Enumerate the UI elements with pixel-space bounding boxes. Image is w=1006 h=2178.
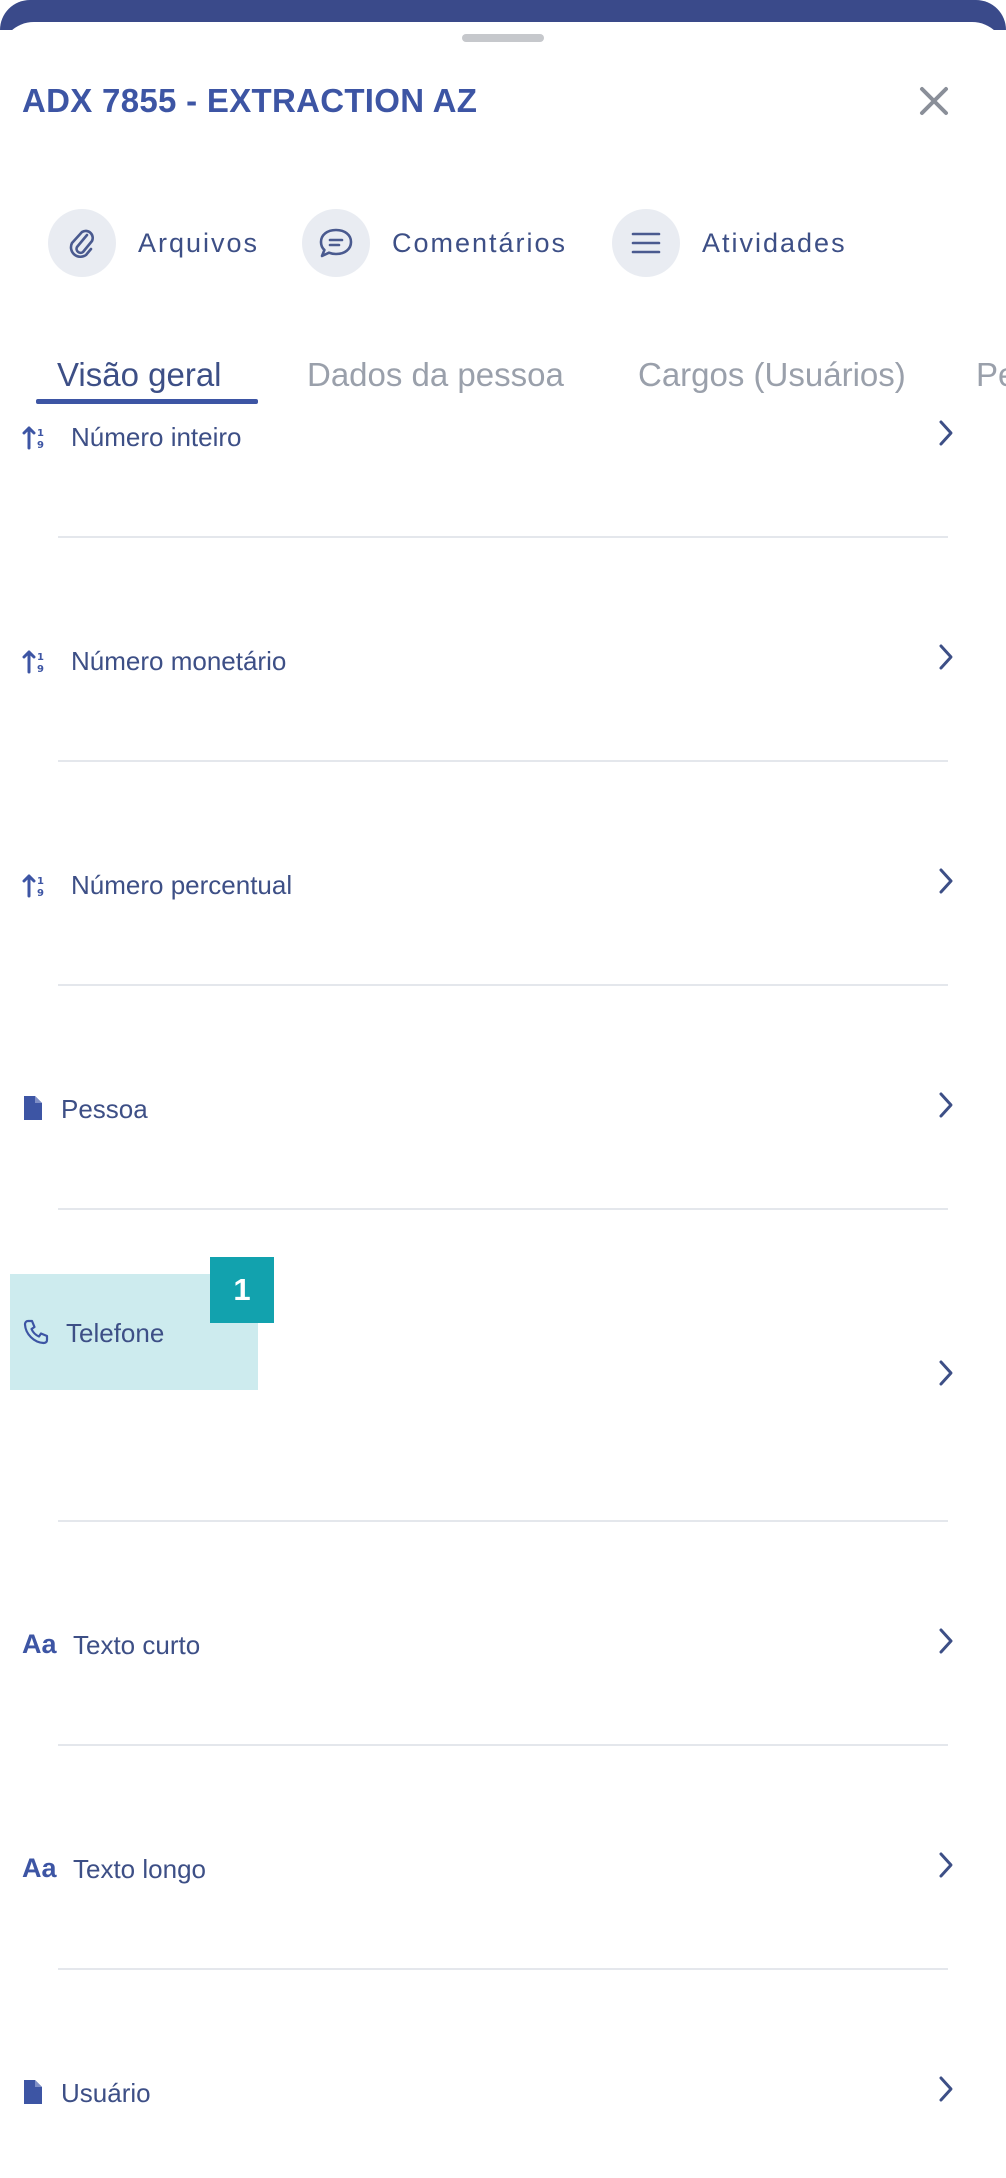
tab-visao-geral[interactable]: Visão geral (57, 356, 222, 394)
files-button[interactable]: Arquivos (48, 208, 259, 278)
field-row-pessoa[interactable]: Pessoa (0, 1072, 1006, 1212)
field-row-telefone[interactable]: Telefone (0, 1296, 1006, 1522)
svg-text:1: 1 (37, 652, 44, 663)
chevron-right-icon (939, 420, 953, 446)
chevron-right-icon (939, 1628, 953, 1654)
close-icon (920, 87, 948, 115)
activities-label: Atividades (702, 227, 847, 258)
phone-icon (23, 1319, 49, 1345)
field-label: Pessoa (61, 1094, 148, 1124)
svg-text:9: 9 (37, 664, 44, 675)
field-label: Número percentual (71, 870, 293, 900)
tab-dados-da-pessoa[interactable]: Dados da pessoa (307, 356, 564, 394)
files-label: Arquivos (138, 227, 260, 258)
field-label: Telefone (66, 1318, 165, 1348)
row-divider (58, 760, 948, 762)
field-row-numero-inteiro[interactable]: 1 9 Número inteiro (0, 400, 1006, 540)
chevron-right-icon (939, 644, 953, 670)
document-icon (24, 2080, 42, 2104)
activities-button[interactable]: Atividades (612, 208, 847, 278)
comments-button[interactable]: Comentários (302, 208, 567, 278)
row-divider (58, 1208, 948, 1210)
chevron-right-icon (939, 2076, 953, 2102)
sort-number-icon: 1 9 (22, 426, 44, 451)
tab-overflow[interactable]: Pe (976, 356, 1006, 394)
chevron-right-icon (939, 1092, 953, 1118)
svg-text:9: 9 (37, 440, 44, 451)
text-aa-icon: Aa (22, 1629, 57, 1658)
chevron-right-icon (939, 1852, 953, 1878)
row-divider (58, 536, 948, 538)
svg-text:1: 1 (37, 428, 44, 439)
svg-text:Aa: Aa (22, 1629, 57, 1658)
field-row-numero-monetario[interactable]: 1 9 Número monetário (0, 624, 1006, 764)
field-label: Texto curto (73, 1630, 201, 1660)
field-label: Texto longo (73, 1854, 206, 1884)
svg-text:1: 1 (37, 876, 44, 887)
row-divider (58, 984, 948, 986)
svg-text:Aa: Aa (22, 1853, 57, 1882)
field-row-numero-percentual[interactable]: 1 9 Número percentual (0, 848, 1006, 988)
field-row-texto-curto[interactable]: Aa Texto curto (0, 1608, 1006, 1748)
close-button[interactable] (909, 76, 959, 126)
field-row-texto-longo[interactable]: Aa Texto longo (0, 1832, 1006, 1972)
tab-cargos-usuarios[interactable]: Cargos (Usuários) (638, 356, 906, 394)
chevron-right-icon (939, 868, 953, 894)
text-aa-icon: Aa (22, 1853, 57, 1882)
field-label: Número inteiro (71, 422, 242, 452)
field-row-usuario[interactable]: Usuário (0, 2056, 1006, 2178)
row-divider (58, 1520, 948, 1522)
document-icon (24, 1096, 42, 1120)
field-label: Usuário (61, 2078, 151, 2108)
sort-number-icon: 1 9 (22, 874, 44, 899)
row-divider (58, 1968, 948, 1970)
page-title: ADX 7855 - EXTRACTION AZ (22, 82, 478, 119)
svg-text:9: 9 (37, 888, 44, 899)
field-label: Número monetário (71, 646, 287, 676)
bottom-sheet: ADX 7855 - EXTRACTION AZ Arquivos Coment… (0, 22, 1006, 2178)
list-icon (612, 209, 680, 277)
comments-label: Comentários (392, 227, 568, 258)
chevron-right-icon (939, 1360, 953, 1386)
paperclip-icon (48, 209, 116, 277)
row-divider (58, 1744, 948, 1746)
drag-handle[interactable] (462, 34, 544, 42)
chat-bubble-icon (302, 209, 370, 277)
action-bar: Arquivos Comentários Atividades (48, 208, 948, 278)
sort-number-icon: 1 9 (22, 650, 44, 675)
